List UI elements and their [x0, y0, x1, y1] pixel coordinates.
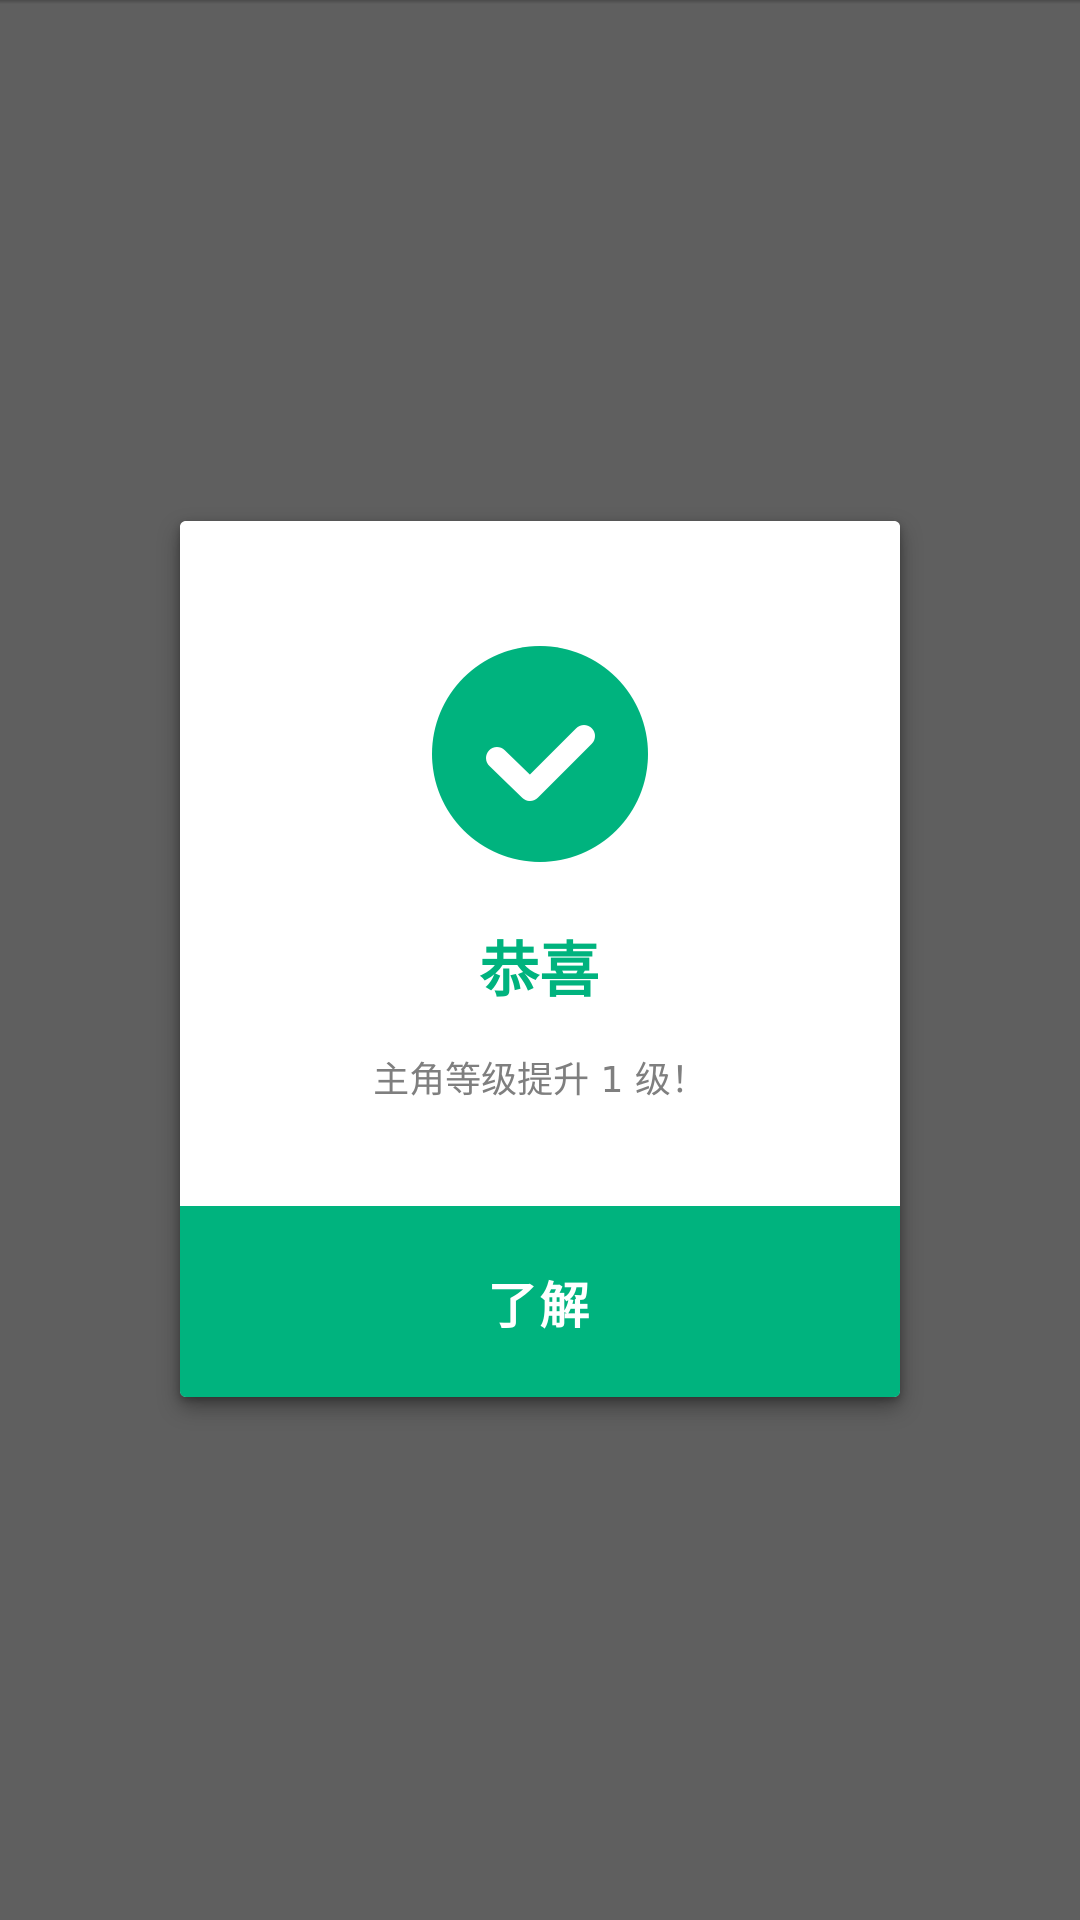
check-circle-icon: [432, 646, 648, 862]
dialog-message: 主角等级提升 1 级！: [373, 1060, 707, 1101]
confirm-button-label: 了解: [488, 1276, 592, 1335]
status-bar-edge: [0, 0, 1080, 4]
dialog-title: 恭喜: [480, 936, 600, 1006]
checkmark-icon: [486, 725, 595, 801]
confirm-button[interactable]: 了解: [180, 1206, 900, 1397]
success-dialog: 恭喜 主角等级提升 1 级！ 了解: [180, 521, 900, 1397]
dialog-body: 恭喜 主角等级提升 1 级！: [180, 521, 900, 1206]
